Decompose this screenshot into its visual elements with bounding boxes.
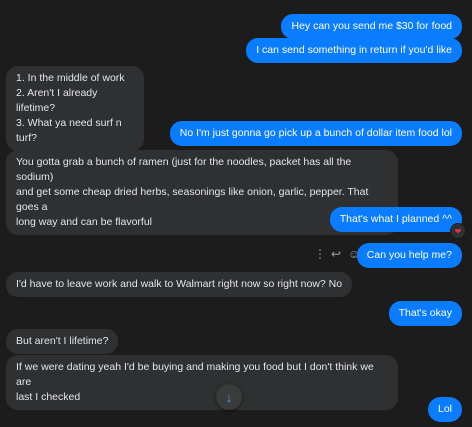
message-incoming[interactable]: 1. In the middle of work 2. Aren't I alr… [6, 66, 144, 151]
message-outgoing[interactable]: Lol [427, 397, 462, 422]
message-incoming[interactable]: But aren't I lifetime? [6, 329, 119, 354]
message-outgoing[interactable]: That's what I planned ^^ [329, 207, 462, 232]
reaction-glyph: ❤ [454, 226, 462, 236]
message-text: That's what I planned ^^ [339, 213, 452, 225]
message-text: Hey can you send me $30 for food [291, 20, 452, 32]
heart-icon[interactable]: ❤ [450, 223, 466, 239]
message-incoming[interactable]: I'd have to leave work and walk to Walma… [6, 272, 353, 297]
message-text: Lol [437, 403, 452, 415]
message-line: You gotta grab a bunch of ramen (just fo… [16, 156, 352, 183]
message-text: I'd have to leave work and walk to Walma… [16, 278, 343, 290]
message-line: 1. In the middle of work [16, 72, 125, 84]
message-outgoing[interactable]: No I'm just gonna go pick up a bunch of … [169, 121, 462, 146]
message-line: If we were dating yeah I'd be buying and… [16, 361, 374, 388]
more-options-icon[interactable]: ⋮ [314, 248, 326, 260]
message-text: That's okay [398, 307, 452, 319]
arrow-down-icon: ↓ [225, 389, 233, 405]
message-text: Can you help me? [366, 249, 452, 261]
message-outgoing[interactable]: I can send something in return if you'd … [246, 38, 462, 63]
message-line: 2. Aren't I already lifetime? [16, 87, 98, 114]
message-line: last I checked [16, 391, 81, 403]
message-outgoing[interactable]: Can you help me? [356, 243, 462, 268]
reply-icon[interactable]: ↩ [331, 248, 341, 260]
scroll-to-bottom-button[interactable]: ↓ [216, 384, 242, 410]
message-text: I can send something in return if you'd … [256, 44, 452, 56]
message-text: No I'm just gonna go pick up a bunch of … [179, 127, 452, 139]
message-incoming[interactable]: If we were dating yeah I'd be buying and… [6, 355, 398, 410]
message-outgoing[interactable]: Hey can you send me $30 for food [281, 14, 462, 39]
message-text: But aren't I lifetime? [16, 335, 109, 347]
message-line: 3. What ya need surf n turf? [16, 117, 122, 144]
message-outgoing[interactable]: That's okay [388, 301, 462, 326]
